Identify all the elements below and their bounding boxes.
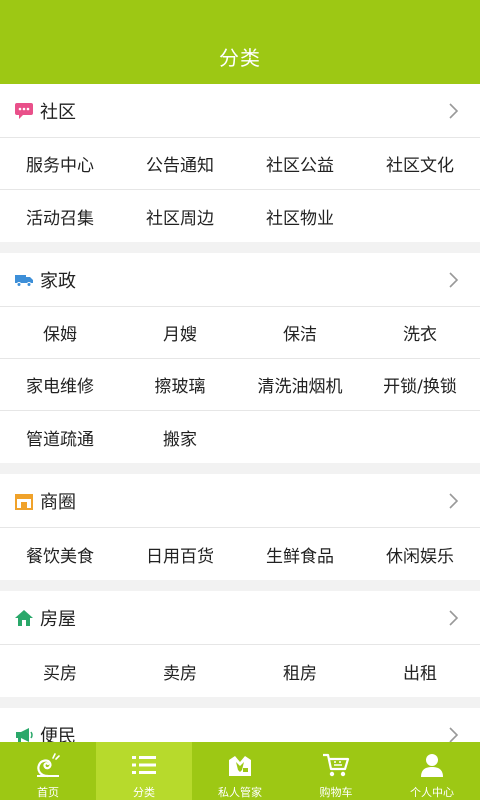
empty-cell bbox=[360, 411, 480, 463]
section-title: 家政 bbox=[40, 270, 76, 292]
tab-label: 个人中心 bbox=[410, 786, 454, 799]
category-item-property[interactable]: 社区物业 bbox=[240, 190, 360, 242]
category-list[interactable]: 社区 服务中心 公告通知 社区公益 社区文化 活动召集 社区周边 社区物业 家政 bbox=[0, 84, 480, 742]
truck-icon bbox=[14, 270, 34, 290]
grid-row: 服务中心 公告通知 社区公益 社区文化 bbox=[0, 138, 480, 190]
section-header-housing[interactable]: 房屋 bbox=[0, 591, 480, 645]
empty-cell bbox=[360, 190, 480, 242]
category-item-culture[interactable]: 社区文化 bbox=[360, 138, 480, 189]
grid-row: 活动召集 社区周边 社区物业 bbox=[0, 190, 480, 242]
section-header-community[interactable]: 社区 bbox=[0, 84, 480, 138]
grid-row: 买房 卖房 租房 出租 bbox=[0, 645, 480, 697]
tab-category[interactable]: 分类 bbox=[96, 742, 192, 800]
category-item-daily-goods[interactable]: 日用百货 bbox=[120, 528, 240, 580]
chevron-right-icon bbox=[444, 271, 462, 289]
category-item-dining[interactable]: 餐饮美食 bbox=[0, 528, 120, 580]
tab-label: 私人管家 bbox=[218, 786, 262, 799]
grid-row: 餐饮美食 日用百货 生鲜食品 休闲娱乐 bbox=[0, 528, 480, 580]
section-title: 房屋 bbox=[40, 608, 76, 630]
category-item-fresh-food[interactable]: 生鲜食品 bbox=[240, 528, 360, 580]
empty-cell bbox=[240, 411, 360, 463]
tab-butler[interactable]: 私人管家 bbox=[192, 742, 288, 800]
category-item-events[interactable]: 活动召集 bbox=[0, 190, 120, 242]
section-title: 便民 bbox=[40, 725, 76, 743]
category-item-public-welfare[interactable]: 社区公益 bbox=[240, 138, 360, 189]
section-convenience: 便民 bbox=[0, 708, 480, 742]
tab-home[interactable]: 首页 bbox=[0, 742, 96, 800]
list-icon bbox=[128, 749, 160, 780]
section-housing: 房屋 买房 卖房 租房 出租 bbox=[0, 591, 480, 697]
section-title: 社区 bbox=[40, 101, 76, 123]
section-header-convenience[interactable]: 便民 bbox=[0, 708, 480, 742]
chat-bubble-icon bbox=[14, 101, 34, 121]
cart-icon bbox=[320, 749, 352, 780]
tab-cart[interactable]: 购物车 bbox=[288, 742, 384, 800]
section-header-business[interactable]: 商圈 bbox=[0, 474, 480, 528]
category-item-notice[interactable]: 公告通知 bbox=[120, 138, 240, 189]
page-title: 分类 bbox=[219, 46, 261, 70]
tab-label: 分类 bbox=[133, 786, 155, 799]
category-item-service-center[interactable]: 服务中心 bbox=[0, 138, 120, 189]
chevron-right-icon bbox=[444, 726, 462, 742]
category-item-appliance-repair[interactable]: 家电维修 bbox=[0, 359, 120, 410]
category-item-sell-house[interactable]: 卖房 bbox=[120, 645, 240, 697]
category-item-pipe-unclog[interactable]: 管道疏通 bbox=[0, 411, 120, 463]
section-header-housekeeping[interactable]: 家政 bbox=[0, 253, 480, 307]
grid-row: 管道疏通 搬家 bbox=[0, 411, 480, 463]
storefront-icon bbox=[14, 491, 34, 511]
grid-row: 保姆 月嫂 保洁 洗衣 bbox=[0, 307, 480, 359]
tab-label: 首页 bbox=[37, 786, 59, 799]
category-item-window-cleaning[interactable]: 擦玻璃 bbox=[120, 359, 240, 410]
category-item-moving[interactable]: 搬家 bbox=[120, 411, 240, 463]
category-item-maternity-nurse[interactable]: 月嫂 bbox=[120, 307, 240, 358]
category-item-leisure[interactable]: 休闲娱乐 bbox=[360, 528, 480, 580]
category-item-rent-house[interactable]: 租房 bbox=[240, 645, 360, 697]
megaphone-icon bbox=[14, 725, 34, 743]
section-housekeeping: 家政 保姆 月嫂 保洁 洗衣 家电维修 擦玻璃 清洗油烟机 开锁/换锁 管道疏通… bbox=[0, 253, 480, 463]
chevron-right-icon bbox=[444, 492, 462, 510]
tab-label: 购物车 bbox=[319, 786, 353, 799]
category-item-nearby[interactable]: 社区周边 bbox=[120, 190, 240, 242]
category-item-cleaning[interactable]: 保洁 bbox=[240, 307, 360, 358]
category-item-locksmith[interactable]: 开锁/换锁 bbox=[360, 359, 480, 410]
butler-icon bbox=[224, 749, 256, 780]
app-header: 分类 bbox=[0, 0, 480, 84]
person-icon bbox=[416, 749, 448, 780]
house-icon bbox=[14, 608, 34, 628]
category-item-hood-cleaning[interactable]: 清洗油烟机 bbox=[240, 359, 360, 410]
category-item-buy-house[interactable]: 买房 bbox=[0, 645, 120, 697]
category-item-nanny[interactable]: 保姆 bbox=[0, 307, 120, 358]
grid-row: 家电维修 擦玻璃 清洗油烟机 开锁/换锁 bbox=[0, 359, 480, 411]
section-title: 商圈 bbox=[40, 491, 76, 513]
snail-home-icon bbox=[32, 749, 64, 780]
section-business: 商圈 餐饮美食 日用百货 生鲜食品 休闲娱乐 bbox=[0, 474, 480, 580]
bottom-tab-bar: 首页 分类 私人管家 购物车 个人中心 bbox=[0, 742, 480, 800]
category-item-laundry[interactable]: 洗衣 bbox=[360, 307, 480, 358]
chevron-right-icon bbox=[444, 609, 462, 627]
chevron-right-icon bbox=[444, 102, 462, 120]
tab-profile[interactable]: 个人中心 bbox=[384, 742, 480, 800]
section-community: 社区 服务中心 公告通知 社区公益 社区文化 活动召集 社区周边 社区物业 bbox=[0, 84, 480, 242]
category-item-lease-out[interactable]: 出租 bbox=[360, 645, 480, 697]
